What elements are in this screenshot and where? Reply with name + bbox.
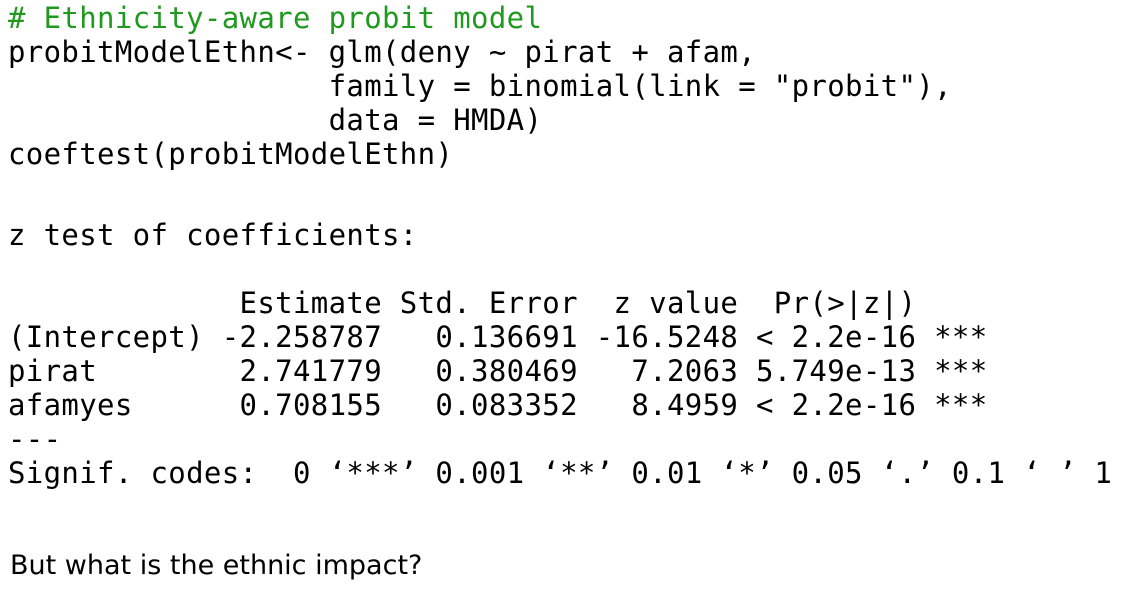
code-line-glm: probitModelEthn<- glm(deny ~ pirat + afa…	[8, 35, 756, 69]
question-text: But what is the ethnic impact?	[10, 550, 423, 581]
coef-row-pirat: pirat 2.741779 0.380469 7.2063 5.749e-13…	[8, 354, 988, 388]
coef-row-intercept: (Intercept) -2.258787 0.136691 -16.5248 …	[8, 320, 988, 354]
code-line-coeftest: coeftest(probitModelEthn)	[8, 137, 454, 171]
coef-row-afamyes: afamyes 0.708155 0.083352 8.4959 < 2.2e-…	[8, 388, 988, 422]
code-comment: # Ethnicity-aware probit model	[8, 1, 543, 35]
code-line-data: data = HMDA)	[8, 103, 543, 137]
code-line-family: family = binomial(link = "probit"),	[8, 69, 952, 103]
coef-table-header: Estimate Std. Error z value Pr(>|z|)	[8, 286, 988, 320]
output-separator: ---	[8, 422, 62, 456]
r-output-block: z test of coefficients: Estimate Std. Er…	[8, 218, 1112, 490]
signif-codes: Signif. codes: 0 ‘***’ 0.001 ‘**’ 0.01 ‘…	[8, 456, 1113, 490]
output-title: z test of coefficients:	[8, 218, 418, 252]
r-code-block: # Ethnicity-aware probit model probitMod…	[8, 1, 952, 171]
